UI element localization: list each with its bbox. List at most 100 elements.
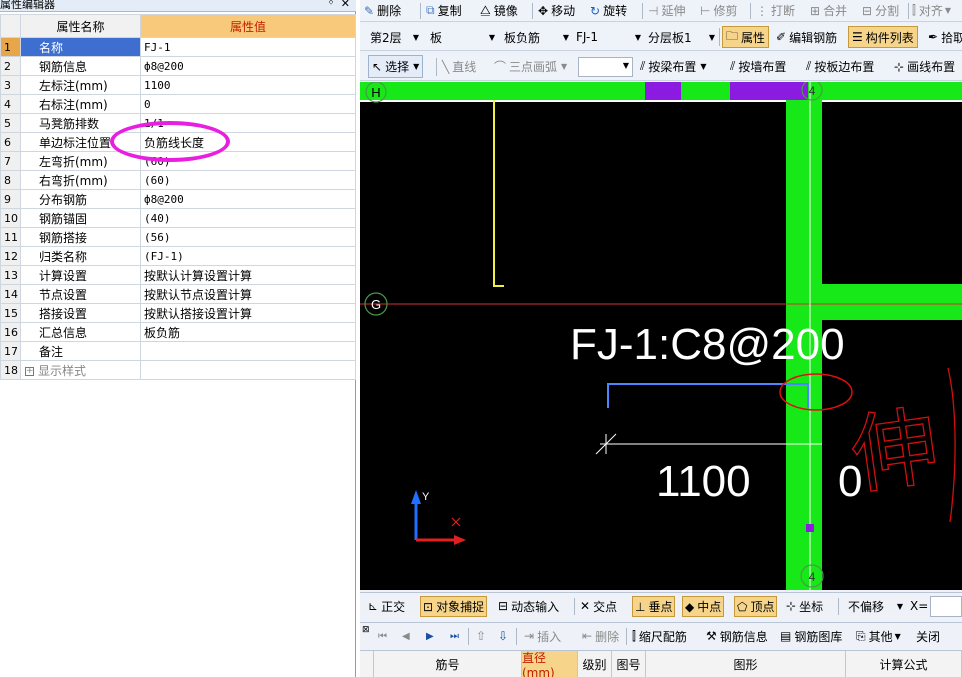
property-value[interactable]: ф8@200 bbox=[140, 189, 356, 209]
row-number: 16 bbox=[0, 322, 21, 342]
next-record-button[interactable]: ▶ bbox=[426, 623, 434, 649]
property-row[interactable]: 15 搭接设置 按默认搭接设置计算 bbox=[0, 303, 356, 323]
rebar-info-button[interactable]: ⚒ 钢筋信息 bbox=[706, 623, 768, 649]
offset-mode-select[interactable]: 不偏移 ▼ bbox=[844, 596, 906, 616]
property-value[interactable]: (FJ-1) bbox=[140, 246, 356, 266]
component-select[interactable]: FJ-1 ▼ bbox=[572, 27, 644, 47]
floor-select[interactable]: 第2层 ▼ bbox=[366, 27, 422, 47]
by-slab-edge-button[interactable]: ⫽ 按板边布置 bbox=[806, 53, 874, 80]
column-formula[interactable]: 计算公式 bbox=[846, 651, 962, 677]
pin-icon[interactable]: ᛜ bbox=[328, 0, 334, 9]
drawing-workspace: ✎ 删除 ⧉ 复制 ⧋ 镜像 ✥ 移动 ↻ 旋转 ⊣ 延伸 ⊢ 修剪 ⋮ 打断 ⊞ 合并 ⊟ 分割 … bbox=[360, 0, 962, 677]
property-value[interactable]: 按默认计算设置计算 bbox=[140, 265, 356, 285]
property-value[interactable]: ф8@200 bbox=[140, 56, 356, 76]
draw-mode-combo[interactable]: ▼ bbox=[578, 57, 633, 77]
canvas-graphics: H G 4 4 FJ-1:C8@200 1100 0 伸 Y bbox=[360, 82, 962, 590]
pick-button[interactable]: ✒拾取 bbox=[928, 24, 962, 50]
split-button[interactable]: ⊟ 分割 bbox=[862, 0, 899, 21]
column-shape-no[interactable]: 图号 bbox=[612, 651, 646, 677]
perpendicular-icon: ⊥ bbox=[635, 599, 646, 614]
trim-button[interactable]: ⊢ 修剪 bbox=[700, 0, 737, 21]
insert-row-button[interactable]: ⇥ 插入 bbox=[524, 623, 561, 649]
property-row[interactable]: 2 钢筋信息 ф8@200 bbox=[0, 56, 356, 76]
by-beam-button[interactable]: ⫽ 按梁布置 ▼ bbox=[640, 53, 707, 80]
rebar-label: FJ-1:C8@200 bbox=[570, 320, 845, 369]
close-icon[interactable]: ✕ bbox=[341, 0, 350, 9]
property-row[interactable]: 8 右弯折(mm) (60) bbox=[0, 170, 356, 190]
property-row[interactable]: 1 名称 FJ-1 bbox=[0, 37, 356, 57]
select-button[interactable]: ↖ 选择 ▼ bbox=[368, 55, 424, 78]
property-value[interactable]: 按默认节点设置计算 bbox=[140, 284, 356, 304]
yellow-rebar-line bbox=[493, 100, 504, 287]
merge-button[interactable]: ⊞ 合并 bbox=[810, 0, 847, 21]
last-record-button[interactable]: ⏭ bbox=[450, 623, 459, 649]
move-button[interactable]: ✥ 移动 bbox=[538, 0, 575, 21]
by-wall-button[interactable]: ⫽ 按墙布置 bbox=[730, 53, 786, 80]
highlight-ellipse-annotation bbox=[110, 121, 230, 162]
column-shape[interactable]: 图形 bbox=[646, 651, 846, 677]
property-value[interactable]: FJ-1 bbox=[140, 37, 356, 57]
property-row[interactable]: 9 分布钢筋 ф8@200 bbox=[0, 189, 356, 209]
first-record-button[interactable]: ⏮ bbox=[378, 623, 387, 649]
move-up-button[interactable]: ⇧ bbox=[476, 623, 486, 649]
perpendicular-snap-button[interactable]: ⊥ 垂点 bbox=[632, 596, 676, 617]
column-bar-no[interactable]: 筋号 bbox=[374, 651, 522, 677]
scale-rebar-button[interactable]: ⫿ 缩尺配筋 bbox=[632, 623, 687, 649]
property-row[interactable]: 14 节点设置 按默认节点设置计算 bbox=[0, 284, 356, 304]
x-coordinate-input[interactable] bbox=[930, 596, 962, 617]
vertex-snap-button[interactable]: ⬠ 顶点 bbox=[734, 596, 778, 617]
drawing-canvas[interactable]: H G 4 4 FJ-1:C8@200 1100 0 伸 Y bbox=[360, 82, 962, 590]
delete-row-button[interactable]: ⇤ 删除 bbox=[582, 623, 619, 649]
property-row[interactable]: 11 钢筋搭接 (56) bbox=[0, 227, 356, 247]
property-row[interactable]: 12 归类名称 (FJ-1) bbox=[0, 246, 356, 266]
property-row[interactable]: 3 左标注(mm) 1100 bbox=[0, 75, 356, 95]
property-name: 名称 bbox=[20, 37, 141, 57]
property-row[interactable]: 10 钢筋锚固 (40) bbox=[0, 208, 356, 228]
intersection-snap-button[interactable]: ✕ 交点 bbox=[580, 593, 617, 619]
property-value[interactable]: 0 bbox=[140, 94, 356, 114]
property-row[interactable]: 16 汇总信息 板负筋 bbox=[0, 322, 356, 342]
property-group-display-style[interactable]: + 显示样式 bbox=[20, 360, 141, 380]
line-button[interactable]: ╲ 直线 bbox=[442, 53, 476, 80]
layer-select[interactable]: 分层板1 ▼ bbox=[644, 27, 718, 47]
property-value[interactable]: (56) bbox=[140, 227, 356, 247]
copy-button[interactable]: ⧉ 复制 bbox=[426, 0, 462, 21]
type-select[interactable]: 板负筋 ▼ bbox=[500, 27, 572, 47]
column-grade[interactable]: 级别 bbox=[578, 651, 612, 677]
move-down-button[interactable]: ⇩ bbox=[498, 623, 508, 649]
properties-button[interactable]: 🗀 属性 bbox=[722, 26, 770, 48]
expand-plus-icon[interactable]: + bbox=[25, 366, 34, 376]
dynamic-input-toggle[interactable]: ⊟ 动态输入 bbox=[498, 593, 559, 619]
extend-button[interactable]: ⊣ 延伸 bbox=[648, 0, 685, 21]
rebar-library-button[interactable]: ▤ 钢筋图库 bbox=[780, 623, 842, 649]
prev-record-button[interactable]: ◀ bbox=[402, 623, 410, 649]
component-list-button[interactable]: ☰ 构件列表 bbox=[848, 26, 918, 48]
ortho-toggle[interactable]: ⊾ 正交 bbox=[368, 593, 405, 619]
category-select[interactable]: 板 ▼ bbox=[426, 27, 498, 47]
coordinate-snap-button[interactable]: ⊹ 坐标 bbox=[786, 593, 823, 619]
property-value[interactable]: 1100 bbox=[140, 75, 356, 95]
property-value[interactable]: (60) bbox=[140, 170, 356, 190]
mirror-button[interactable]: ⧋ 镜像 bbox=[480, 0, 518, 21]
property-row[interactable]: 13 计算设置 按默认计算设置计算 bbox=[0, 265, 356, 285]
property-value[interactable]: (40) bbox=[140, 208, 356, 228]
property-value[interactable] bbox=[140, 341, 356, 361]
grid-close-small-icon[interactable]: ⊠ bbox=[362, 625, 370, 635]
arc-button[interactable]: ⌒ 三点画弧 ▼ bbox=[494, 53, 567, 80]
draw-line-layout-button[interactable]: ⊹ 画线布置 bbox=[894, 53, 955, 80]
break-button[interactable]: ⋮ 打断 bbox=[756, 0, 795, 21]
align-button[interactable]: ⫿ 对齐 ▼ bbox=[912, 0, 951, 21]
property-value[interactable]: 按默认搭接设置计算 bbox=[140, 303, 356, 323]
property-row[interactable]: 4 右标注(mm) 0 bbox=[0, 94, 356, 114]
edit-rebar-button[interactable]: ✐ 编辑钢筋 bbox=[776, 24, 837, 50]
column-diameter[interactable]: 直径(mm) bbox=[522, 651, 578, 677]
delete-button[interactable]: ✎ 删除 bbox=[364, 0, 401, 21]
other-menu-button[interactable]: ⎘ 其他 ▼ bbox=[856, 623, 901, 649]
midpoint-snap-button[interactable]: ◆ 中点 bbox=[682, 596, 725, 617]
close-grid-button[interactable]: 关闭 bbox=[916, 623, 940, 649]
object-snap-toggle[interactable]: ⊡ 对象捕捉 bbox=[420, 596, 488, 617]
rotate-button[interactable]: ↻ 旋转 bbox=[590, 0, 627, 21]
property-row[interactable]: 17 备注 bbox=[0, 341, 356, 361]
property-row-expandable[interactable]: 18 + 显示样式 bbox=[0, 360, 356, 380]
property-value[interactable]: 板负筋 bbox=[140, 322, 356, 342]
